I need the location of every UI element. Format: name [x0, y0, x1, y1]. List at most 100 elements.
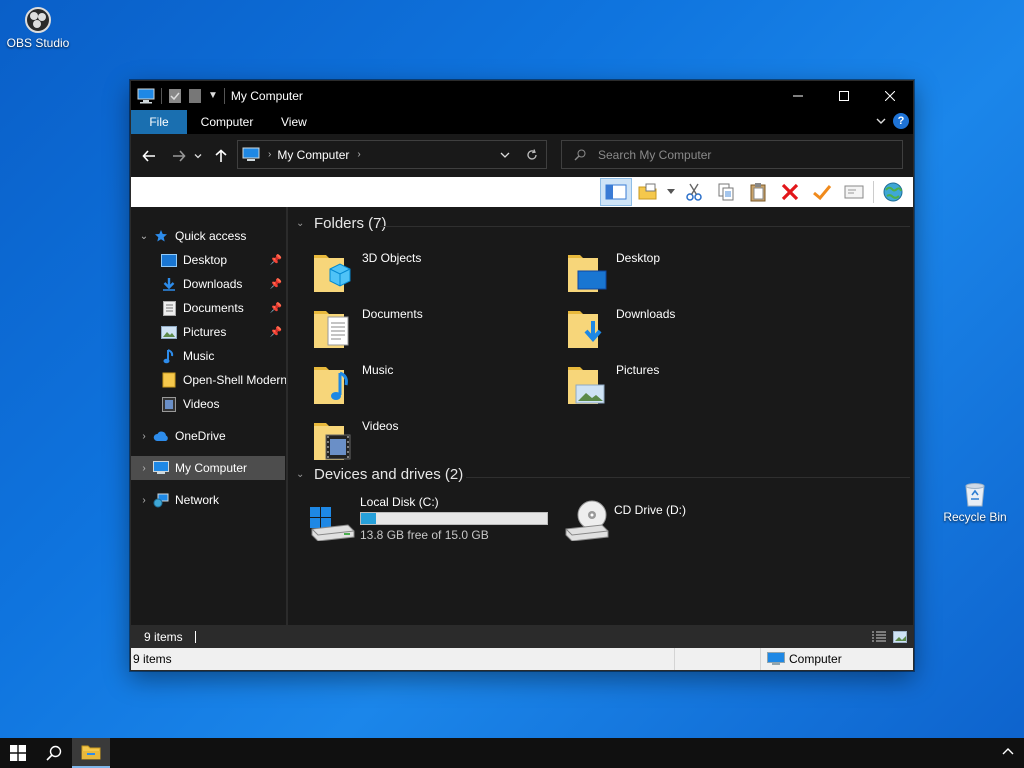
- window-controls: [775, 81, 913, 110]
- desktop-icon-obs-studio[interactable]: OBS Studio: [0, 6, 76, 50]
- address-history-chevron-icon[interactable]: [500, 150, 510, 160]
- details-view-icon[interactable]: [871, 631, 887, 643]
- nav-network[interactable]: › Network: [131, 488, 286, 512]
- nav-item-pictures[interactable]: Pictures 📌: [131, 320, 286, 344]
- nav-quick-access[interactable]: ⌄ Quick access: [131, 224, 286, 248]
- tab-view[interactable]: View: [267, 110, 321, 134]
- paste-clipboard-icon: [750, 183, 766, 202]
- start-button[interactable]: [0, 738, 36, 768]
- help-icon[interactable]: ?: [893, 113, 909, 129]
- customize-qat-dropdown-icon[interactable]: ▼: [208, 90, 218, 101]
- cloud-icon: [153, 428, 169, 444]
- desktop-folder-icon: [568, 255, 607, 292]
- forward-button[interactable]: [167, 144, 191, 168]
- computer-icon: [153, 460, 169, 476]
- nav-item-desktop[interactable]: Desktop 📌: [131, 248, 286, 272]
- explorer-window: ▼ My Computer File Computer View ? › My …: [130, 80, 914, 671]
- collapsed-chevron-icon[interactable]: ›: [135, 431, 153, 442]
- properties-icon[interactable]: [168, 88, 182, 104]
- pictures-folder-icon: [568, 367, 605, 404]
- folder-options-dropdown[interactable]: [664, 178, 678, 206]
- delete-button[interactable]: [774, 178, 806, 206]
- folder-label: Videos: [362, 419, 399, 433]
- minimize-button[interactable]: [775, 81, 821, 110]
- nav-item-documents[interactable]: Documents 📌: [131, 296, 286, 320]
- expanded-chevron-icon[interactable]: ⌄: [296, 469, 308, 480]
- nav-item-label: Music: [183, 349, 215, 363]
- navigation-pane-button[interactable]: [600, 178, 632, 206]
- expand-ribbon-chevron-icon[interactable]: [875, 115, 887, 127]
- collapsed-chevron-icon[interactable]: ›: [135, 463, 153, 474]
- back-button[interactable]: [137, 144, 161, 168]
- email-button[interactable]: [838, 178, 870, 206]
- address-bar[interactable]: › My Computer ›: [237, 140, 547, 169]
- recent-locations-button[interactable]: [191, 144, 205, 168]
- expanded-chevron-icon[interactable]: ⌄: [135, 231, 153, 242]
- pictures-icon: [161, 324, 177, 340]
- maximize-button[interactable]: [821, 81, 867, 110]
- folder-videos[interactable]: Videos: [312, 417, 552, 469]
- folder-3d-objects[interactable]: 3D Objects: [312, 249, 552, 301]
- refresh-icon[interactable]: [526, 148, 538, 161]
- status-left: 9 items: [131, 648, 675, 670]
- nav-item-open-shell-modern[interactable]: Open-Shell Modern: [131, 368, 286, 392]
- folder-label: Documents: [362, 307, 423, 321]
- nav-onedrive[interactable]: › OneDrive: [131, 424, 286, 448]
- tab-computer[interactable]: Computer: [187, 110, 267, 134]
- drive-cd-d[interactable]: CD Drive (D:): [562, 495, 686, 541]
- folder-downloads[interactable]: Downloads: [566, 305, 806, 357]
- collapsed-chevron-icon[interactable]: ›: [135, 495, 153, 506]
- new-folder-icon[interactable]: [188, 88, 202, 104]
- folder-icon: [161, 372, 177, 388]
- drive-local-disk-c[interactable]: Local Disk (C:) 13.8 GB free of 15.0 GB: [308, 495, 548, 542]
- folders-group-header[interactable]: ⌄ Folders (7): [296, 215, 387, 232]
- nav-item-label: OneDrive: [175, 429, 226, 443]
- pin-icon[interactable]: 📌: [270, 303, 282, 314]
- status-item-count: 9 items: [133, 652, 172, 666]
- group-title: Devices and drives (2): [314, 466, 464, 483]
- breadcrumb-chevron-icon[interactable]: ›: [357, 149, 360, 160]
- nav-item-videos[interactable]: Videos: [131, 392, 286, 416]
- nav-item-label: Videos: [183, 397, 220, 411]
- toolbar-divider: [223, 87, 225, 104]
- copy-button[interactable]: [710, 178, 742, 206]
- folder-options-button[interactable]: [632, 178, 664, 206]
- documents-folder-icon: [314, 311, 349, 348]
- status-location: Computer: [789, 652, 842, 666]
- taskbar-file-explorer[interactable]: [72, 738, 110, 768]
- close-button[interactable]: [867, 81, 913, 110]
- content-pane: ⌄ Folders (7) 3D Objects Desktop Documen…: [288, 207, 913, 625]
- properties-button[interactable]: [806, 178, 838, 206]
- up-button[interactable]: [209, 144, 233, 168]
- large-icons-view-icon[interactable]: [893, 630, 907, 643]
- nav-item-music[interactable]: Music: [131, 344, 286, 368]
- tab-file[interactable]: File: [131, 110, 187, 134]
- cut-scissors-icon: [686, 183, 702, 201]
- folder-pictures[interactable]: Pictures: [566, 361, 806, 413]
- internet-options-button[interactable]: [877, 178, 909, 206]
- search-box[interactable]: Search My Computer: [561, 140, 903, 169]
- drives-group-header[interactable]: ⌄ Devices and drives (2): [296, 466, 463, 483]
- nav-my-computer[interactable]: › My Computer: [131, 456, 285, 480]
- nav-item-downloads[interactable]: Downloads 📌: [131, 272, 286, 296]
- nav-item-label: Network: [175, 493, 220, 507]
- pin-icon[interactable]: 📌: [270, 255, 282, 266]
- drive-free-space: 13.8 GB free of 15.0 GB: [360, 528, 489, 542]
- pin-icon[interactable]: 📌: [270, 327, 282, 338]
- pin-icon[interactable]: 📌: [270, 279, 282, 290]
- folder-desktop[interactable]: Desktop: [566, 249, 806, 301]
- computer-icon[interactable]: [137, 88, 155, 104]
- folder-documents[interactable]: Documents: [312, 305, 552, 357]
- cut-button[interactable]: [678, 178, 710, 206]
- folder-music[interactable]: Music: [312, 361, 552, 413]
- paste-button[interactable]: [742, 178, 774, 206]
- search-taskbar-button[interactable]: [36, 738, 72, 768]
- drive-name: Local Disk (C:): [360, 495, 439, 509]
- desktop-icon-recycle-bin[interactable]: Recycle Bin: [937, 480, 1013, 524]
- 3d-objects-folder-icon: [314, 255, 351, 292]
- show-hidden-icons-chevron-icon[interactable]: [1002, 746, 1014, 758]
- nav-item-label: Pictures: [183, 325, 227, 339]
- breadcrumb-my-computer[interactable]: My Computer: [277, 148, 349, 162]
- recycle-bin-icon: [965, 483, 985, 507]
- expanded-chevron-icon[interactable]: ⌄: [296, 218, 308, 229]
